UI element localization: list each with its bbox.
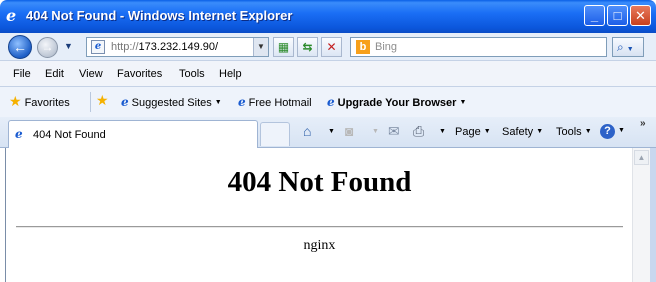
internet-explorer-icon: e: [15, 127, 23, 141]
tab-label: 404 Not Found: [33, 129, 106, 141]
menu-tools[interactable]: Tools: [179, 68, 205, 80]
page-menu-button[interactable]: Page ▼: [455, 126, 491, 138]
favorites-button[interactable]: ★ Favorites: [9, 93, 70, 111]
home-dropdown-icon[interactable]: ▼: [325, 126, 335, 138]
menu-edit[interactable]: Edit: [45, 68, 64, 80]
scroll-up-arrow-icon[interactable]: ▲: [634, 150, 649, 165]
window-frame-right: [650, 148, 656, 282]
menu-bar: File Edit View Favorites Tools Help: [0, 60, 656, 87]
print-dropdown-icon[interactable]: ▼: [436, 126, 446, 138]
chevron-down-icon: ▼: [584, 128, 592, 135]
server-signature: nginx: [303, 238, 336, 253]
help-icon: ?: [600, 124, 615, 139]
rss-feed-icon[interactable]: ◙: [345, 123, 353, 139]
search-button[interactable]: ⌕ ▼: [612, 37, 644, 57]
compatibility-view-icon[interactable]: ▦: [273, 37, 294, 57]
toolbar-separator: [90, 92, 91, 112]
page-favicon-icon: e: [91, 40, 105, 54]
menu-view[interactable]: View: [79, 68, 103, 80]
maximize-button[interactable]: □: [607, 5, 628, 26]
internet-explorer-icon: e: [6, 6, 17, 25]
search-icon: ⌕: [617, 40, 624, 54]
suggested-sites-link[interactable]: e Suggested Sites ▼: [121, 95, 222, 109]
upgrade-browser-label: Upgrade Your Browser: [337, 97, 457, 109]
chevron-down-icon: ▼: [459, 99, 467, 106]
internet-explorer-icon: e: [238, 95, 246, 109]
chevron-down-icon: ▼: [214, 99, 222, 106]
safety-menu-label: Safety: [502, 126, 534, 138]
mail-icon[interactable]: ✉: [388, 123, 400, 140]
page-menu-label: Page: [455, 126, 481, 138]
stop-icon[interactable]: ✕: [321, 37, 342, 57]
address-protocol: http://: [111, 41, 139, 53]
printer-icon[interactable]: ⎙: [413, 123, 424, 140]
free-hotmail-label: Free Hotmail: [248, 97, 312, 109]
chevron-down-icon: ▼: [483, 128, 491, 135]
back-button[interactable]: ←: [8, 35, 32, 59]
chevron-down-icon: ▼: [618, 127, 625, 134]
add-to-favorites-bar-icon[interactable]: ★: [96, 92, 109, 109]
address-host: 173.232.149.90/: [138, 41, 219, 53]
search-placeholder: Bing: [375, 41, 398, 53]
suggested-sites-label: Suggested Sites: [131, 97, 212, 109]
more-commands-chevron-icon[interactable]: »: [640, 118, 646, 129]
internet-explorer-icon: e: [327, 95, 335, 109]
refresh-icon[interactable]: ⇆: [297, 37, 318, 57]
window-title: 404 Not Found - Windows Internet Explore…: [26, 8, 293, 23]
recent-pages-dropdown-icon[interactable]: ▼: [64, 41, 73, 51]
address-toolbar: ← → ▼ e http://173.232.149.90/ ▼ ▦ ⇆ ✕ b…: [0, 33, 656, 60]
address-dropdown-icon[interactable]: ▼: [253, 38, 268, 56]
tools-menu-label: Tools: [556, 126, 582, 138]
page-heading: 404 Not Found: [227, 166, 412, 198]
help-menu-button[interactable]: ? ▼: [600, 124, 625, 139]
close-button[interactable]: ✕: [630, 5, 651, 26]
bing-icon: b: [356, 40, 370, 54]
feeds-dropdown-icon[interactable]: ▼: [369, 126, 379, 138]
minimize-button[interactable]: _: [584, 5, 605, 26]
search-input[interactable]: b Bing: [350, 37, 607, 57]
chevron-down-icon: ▼: [536, 128, 544, 135]
forward-button[interactable]: →: [37, 37, 58, 58]
home-icon[interactable]: ⌂: [303, 123, 311, 139]
page-content: 404 Not Found nginx: [5, 148, 632, 282]
tab-404-not-found[interactable]: e 404 Not Found: [8, 120, 258, 148]
new-tab-button[interactable]: [260, 122, 290, 146]
free-hotmail-link[interactable]: e Free Hotmail: [238, 95, 312, 109]
favorites-bar: ★ Favorites ★ e Suggested Sites ▼ e Free Hot…: [0, 87, 656, 117]
menu-file[interactable]: File: [13, 68, 31, 80]
title-bar[interactable]: e 404 Not Found - Windows Internet Explo…: [0, 0, 656, 33]
address-input[interactable]: e http://173.232.149.90/ ▼: [86, 37, 269, 57]
menu-favorites[interactable]: Favorites: [117, 68, 162, 80]
favorites-star-icon: ★: [9, 93, 22, 109]
address-value: http://173.232.149.90/: [111, 41, 218, 53]
menu-help[interactable]: Help: [219, 68, 242, 80]
safety-menu-button[interactable]: Safety ▼: [502, 126, 543, 138]
horizontal-rule: [16, 226, 623, 228]
vertical-scrollbar[interactable]: ▲: [632, 148, 650, 282]
search-options-dropdown-icon[interactable]: ▼: [627, 46, 634, 53]
internet-explorer-icon: e: [121, 95, 129, 109]
favorites-label: Favorites: [24, 97, 70, 109]
upgrade-browser-link[interactable]: e Upgrade Your Browser ▼: [327, 95, 466, 109]
tab-command-bar: e 404 Not Found ⌂ ▼ ◙ ▼ ✉ ⎙ ▼ Page ▼ Safe…: [0, 117, 656, 148]
tools-menu-button[interactable]: Tools ▼: [556, 126, 592, 138]
